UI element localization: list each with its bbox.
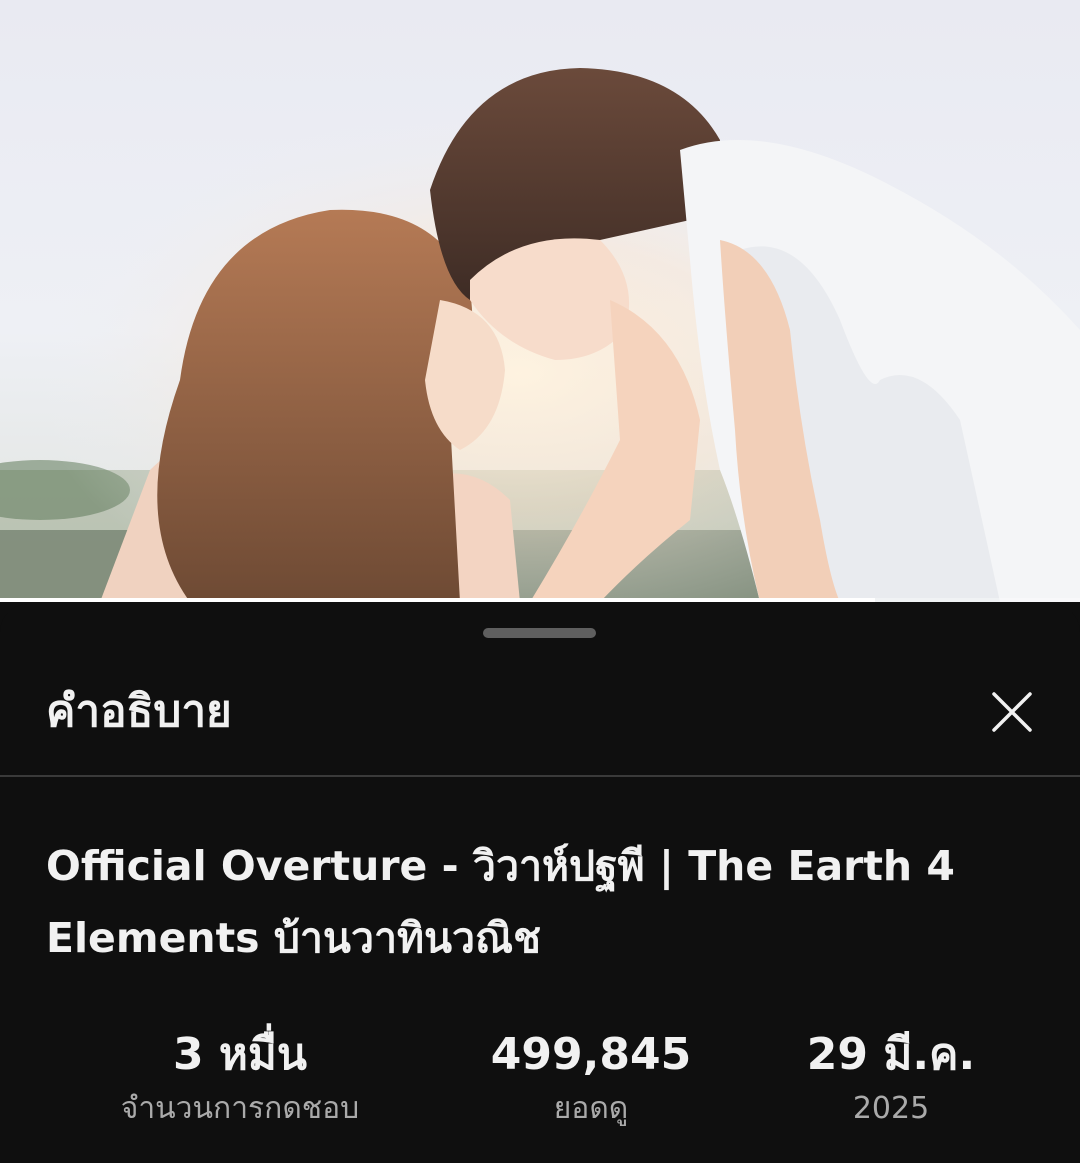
upload-year: 2025 <box>852 1091 930 1126</box>
video-progress-fill <box>0 598 875 602</box>
video-progress-track[interactable] <box>0 598 1080 602</box>
video-player[interactable] <box>0 0 1080 602</box>
date-stat: 29 มี.ค. 2025 <box>731 1026 1051 1134</box>
close-icon <box>992 692 1032 732</box>
header-divider <box>0 775 1080 777</box>
video-title: Official Overture - วิวาห์ปฐพี | The Ear… <box>46 842 955 962</box>
screen: คำอธิบาย Official Overture - วิวาห์ปฐพี … <box>0 0 1080 1163</box>
description-sheet: คำอธิบาย Official Overture - วิวาห์ปฐพี … <box>0 604 1080 1163</box>
video-frame-image <box>0 0 1080 602</box>
views-label: ยอดดู <box>553 1091 629 1126</box>
views-count: 499,845 <box>490 1029 692 1080</box>
likes-stat: 3 หมื่น จำนวนการกดชอบ <box>80 1026 400 1134</box>
sheet-title: คำอธิบาย <box>46 686 232 737</box>
likes-count: 3 หมื่น <box>172 1029 308 1080</box>
close-button[interactable] <box>984 684 1040 740</box>
drag-handle[interactable] <box>483 628 596 638</box>
likes-label: จำนวนการกดชอบ <box>120 1091 360 1126</box>
upload-date: 29 มี.ค. <box>806 1029 976 1080</box>
views-stat: 499,845 ยอดดู <box>431 1026 751 1134</box>
